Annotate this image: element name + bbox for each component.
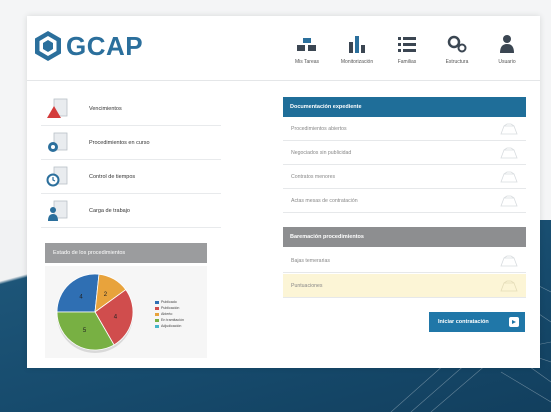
bar-row-puntuaciones[interactable]: Puntuaciones [283, 274, 526, 298]
clock-document-icon [46, 166, 68, 186]
menu-item-label: Carga de trabajo [89, 207, 130, 214]
menu-item-procedimientos[interactable]: Procedimientos en curso [41, 126, 221, 160]
doc-row-negociados[interactable]: Negociados sin publicidad [283, 141, 526, 165]
baremacion-title: Baremación procedimientos [290, 234, 364, 240]
estado-chart-panel: 4245 Publicado Publicación Abierto En trami… [45, 266, 207, 358]
nav-familias[interactable]: Familias [382, 34, 432, 65]
doc-row-label: Procedimientos abiertos [291, 125, 347, 132]
logo[interactable]: GCAP [33, 28, 143, 64]
nav-usuario[interactable]: Usuario [482, 34, 532, 65]
menu-item-carga-trabajo[interactable]: Carga de trabajo [41, 194, 221, 228]
folder-icon [500, 280, 518, 292]
doc-row-label: Contratos menores [291, 173, 336, 180]
gear-document-icon [48, 132, 68, 152]
legend-label: Publicación [161, 306, 180, 310]
doc-row-label: Actas mesas de contratación [291, 197, 358, 204]
legend-swatch [155, 318, 159, 322]
folder-icon [500, 255, 518, 267]
documentacion-title: Documentación expediente [290, 104, 362, 110]
folder-icon [500, 171, 518, 183]
iniciar-contratacion-button[interactable]: Iniciar contratación [429, 312, 525, 332]
arrow-right-icon [509, 317, 519, 327]
bar-row-bajas-temerarias[interactable]: Bajas temerarias [283, 249, 526, 273]
folder-icon [500, 123, 518, 135]
baremacion-header: Baremación procedimientos [283, 227, 526, 247]
bar-row-label: Bajas temerarias [291, 257, 330, 264]
nav-label: Usuario [498, 59, 516, 65]
menu-item-label: Vencimientos [89, 105, 122, 112]
menu-item-label: Control de tiempos [89, 173, 136, 180]
menu-item-vencimientos[interactable]: Vencimientos [41, 92, 221, 126]
legend-label: Abierto [161, 312, 173, 316]
legend-swatch [155, 306, 159, 310]
nav-estructura[interactable]: Estructura [432, 34, 482, 65]
legend-item-4: Adjudicación [155, 323, 184, 329]
main-card: GCAP Mis Tareas Monitorización Familias … [27, 16, 540, 368]
nav-label: Familias [397, 59, 417, 65]
alert-document-icon [47, 98, 68, 118]
nav-label: Mis Tareas [294, 59, 320, 65]
nav-label: Estructura [445, 59, 469, 65]
header: GCAP Mis Tareas Monitorización Familias … [27, 16, 540, 81]
pie-chart: 4 245 [56, 273, 134, 353]
legend-swatch [155, 300, 159, 304]
tasks-icon [297, 38, 316, 51]
bar-chart-icon [349, 36, 365, 53]
legend-swatch [155, 324, 159, 328]
pie-legend: Publicado Publicación Abierto En tramitació… [155, 299, 184, 329]
legend-label: En tramitación [161, 318, 184, 322]
folder-icon [500, 147, 518, 159]
nav-mis-tareas[interactable]: Mis Tareas [282, 34, 332, 65]
nav-label: Monitorización [340, 59, 374, 65]
doc-row-actas-mesas[interactable]: Actas mesas de contratación [283, 189, 526, 213]
doc-row-label: Negociados sin publicidad [291, 149, 352, 156]
brand-name: GCAP [66, 30, 144, 61]
legend-label: Adjudicación [161, 324, 182, 328]
estado-header: Estado de los procedimientos [45, 243, 207, 263]
user-icon [500, 35, 514, 53]
menu-item-control-tiempos[interactable]: Control de tiempos [41, 160, 221, 194]
gcap-logo-icon [35, 31, 61, 61]
person-document-icon [48, 200, 68, 221]
left-menu: Vencimientos Procedimientos en curso Con… [41, 92, 221, 228]
top-nav: Mis Tareas Monitorización Familias Estru… [282, 34, 532, 65]
menu-item-label: Procedimientos en curso [89, 139, 150, 146]
estado-title: Estado de los procedimientos [53, 250, 126, 256]
gears-icon [447, 35, 467, 53]
doc-row-contratos-menores[interactable]: Contratos menores [283, 165, 526, 189]
legend-swatch [155, 312, 159, 316]
documentacion-header: Documentación expediente [283, 97, 526, 117]
legend-label: Publicado [161, 300, 177, 304]
doc-row-procedimientos-abiertos[interactable]: Procedimientos abiertos [283, 117, 526, 141]
pie-slice-0 [56, 273, 100, 313]
nav-monitorizacion[interactable]: Monitorización [332, 34, 382, 65]
list-icon [398, 37, 416, 52]
folder-icon [500, 195, 518, 207]
bar-row-label: Puntuaciones [291, 282, 323, 289]
cta-label: Iniciar contratación [438, 319, 489, 325]
